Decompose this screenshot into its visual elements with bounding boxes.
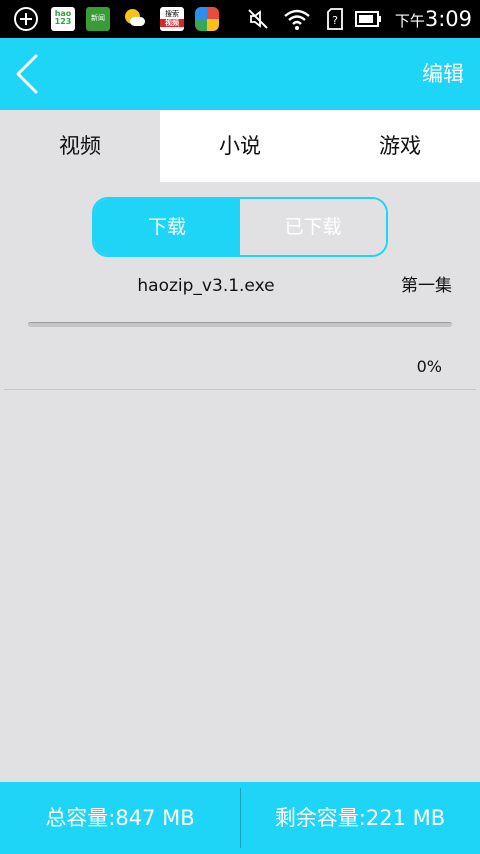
mute-icon	[248, 9, 268, 29]
status-clock: 下午3:09	[394, 7, 472, 31]
segment-downloaded[interactable]: 已下载	[240, 199, 386, 255]
sim-unknown-icon: ?	[327, 8, 343, 30]
category-tabs: 视频 小说 游戏	[0, 110, 480, 182]
battery-icon	[355, 11, 381, 27]
remaining-capacity: 剩余容量:221 MB	[274, 806, 446, 830]
hao123-app-icon: hao 123	[51, 7, 75, 31]
status-bar: hao 123 新闻 搜索 视频 ? 下午3:09	[0, 0, 480, 38]
tab-game[interactable]: 游戏	[320, 110, 480, 182]
download-progress-percent: 0%	[416, 357, 442, 376]
download-segment-control: 下载 已下载	[92, 197, 388, 257]
total-capacity: 总容量:847 MB	[45, 806, 195, 830]
storage-bar: 总容量:847 MB 剩余容量:221 MB	[0, 782, 480, 854]
chevron-left-icon	[16, 54, 38, 94]
weather-app-icon	[122, 7, 146, 31]
wifi-icon	[284, 9, 310, 30]
edit-button[interactable]: 编辑	[422, 58, 464, 90]
segment-downloading[interactable]: 下载	[94, 199, 240, 255]
game-center-app-icon	[195, 7, 219, 31]
list-divider	[4, 389, 476, 390]
download-episode: 第一集	[401, 276, 452, 296]
download-file-name: haozip_v3.1.exe	[137, 276, 275, 296]
title-bar: 编辑	[0, 38, 480, 110]
tab-video[interactable]: 视频	[0, 110, 160, 182]
download-progress-bar	[28, 322, 452, 327]
download-list-item[interactable]: haozip_v3.1.exe 第一集 0%	[4, 262, 476, 390]
add-icon	[14, 7, 38, 31]
svg-text:?: ?	[332, 14, 338, 27]
back-button[interactable]	[10, 50, 50, 98]
video-search-app-icon: 搜索 视频	[160, 7, 184, 31]
news-app-icon: 新闻	[86, 7, 110, 31]
tab-novel[interactable]: 小说	[160, 110, 320, 182]
